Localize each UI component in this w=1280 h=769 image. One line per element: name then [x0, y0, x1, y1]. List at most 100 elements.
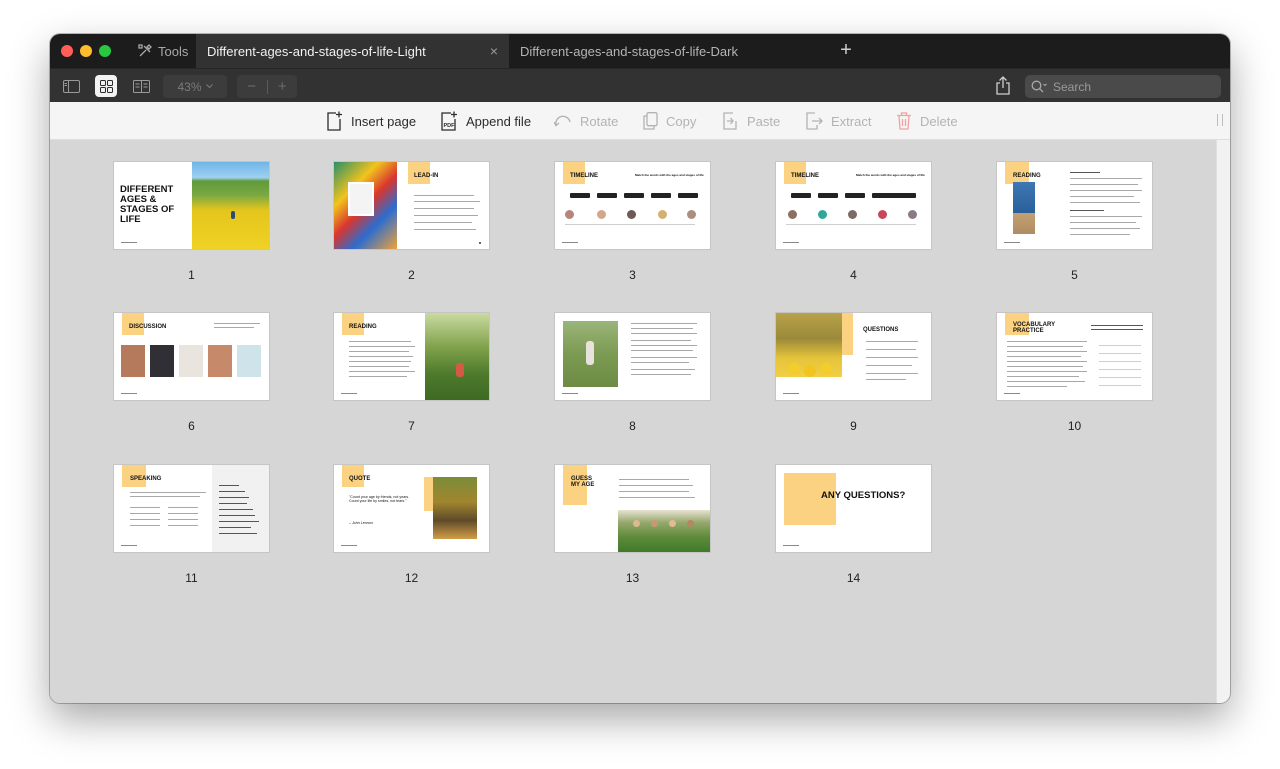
text-line: [349, 341, 411, 342]
child-figure: [231, 211, 235, 219]
close-tab-icon[interactable]: ×: [487, 44, 501, 58]
tools-icon: [138, 44, 152, 57]
grid-view-button[interactable]: [95, 75, 117, 97]
portrait-photo: [208, 345, 232, 377]
page-thumbnail[interactable]: QUOTE "Count your age by friends, not ye…: [334, 465, 489, 585]
append-file-button[interactable]: PDF Append file: [440, 102, 531, 140]
slide-footer: [1004, 393, 1020, 394]
tab-light[interactable]: Different-ages-and-stages-of-life-Light …: [196, 34, 509, 68]
option-line: [168, 525, 198, 526]
insert-page-icon: [327, 111, 342, 131]
sidebar-toggle-button[interactable]: [60, 75, 82, 97]
paste-button[interactable]: Paste: [722, 102, 780, 140]
option-line: [168, 519, 198, 520]
page-thumbnail[interactable]: READING 7: [334, 313, 489, 433]
page-thumbnail[interactable]: TIMELINE Match the words with the ages a…: [555, 162, 710, 282]
zoom-value: 43%: [177, 79, 202, 94]
slide-footer: [1004, 242, 1020, 243]
extract-button[interactable]: Extract: [805, 102, 871, 140]
text-line: [414, 201, 480, 202]
page-number: 2: [408, 268, 415, 282]
page-thumbnail[interactable]: TIMELINE Match the words with the ages a…: [776, 162, 931, 282]
minimize-window-button[interactable]: [80, 45, 92, 57]
page-preview: QUESTIONS: [776, 313, 931, 400]
new-tab-button[interactable]: +: [836, 40, 856, 62]
page-thumbnail[interactable]: ANY QUESTIONS? 14: [776, 465, 931, 585]
search-field[interactable]: [1025, 75, 1221, 98]
text-line: [1070, 234, 1130, 235]
view-toolbar: 43% − +: [50, 68, 1230, 102]
text-line: [214, 323, 260, 324]
rotate-button[interactable]: Rotate: [554, 102, 618, 140]
age-line: [219, 497, 249, 498]
tab-light-label: Different-ages-and-stages-of-life-Light: [207, 43, 426, 59]
tools-tab[interactable]: Tools: [138, 34, 188, 68]
page-number: 8: [629, 419, 636, 433]
zoom-window-button[interactable]: [99, 45, 111, 57]
answer-line: [1099, 377, 1141, 378]
page-number: 6: [188, 419, 195, 433]
text-line: [349, 371, 415, 372]
page-thumbnail[interactable]: VOCABULARY PRACTICE 10: [997, 313, 1152, 433]
toolbar-resize-handle[interactable]: [1217, 114, 1223, 126]
zoom-select[interactable]: 43%: [163, 75, 227, 98]
slide-title: DIFFERENT AGES & STAGES OF LIFE: [120, 184, 175, 225]
page-number: 1: [188, 268, 195, 282]
instruction-line: [1091, 329, 1143, 330]
portrait-photo: [237, 345, 261, 377]
page-thumbnail[interactable]: SPEAKING 11: [114, 465, 269, 585]
text-line: [349, 366, 409, 367]
paste-icon: [723, 112, 737, 130]
slide-title: LEAD-IN: [414, 173, 439, 179]
text-line: [1007, 341, 1087, 342]
page-number: 10: [1067, 419, 1082, 433]
slide-title: GUESS MY AGE: [571, 476, 595, 488]
page-number: 4: [850, 268, 857, 282]
grid-view-icon: [99, 79, 113, 93]
tab-dark[interactable]: Different-ages-and-stages-of-life-Dark: [509, 34, 829, 68]
page-preview: GUESS MY AGE: [555, 465, 710, 552]
vertical-scrollbar[interactable]: [1216, 140, 1230, 703]
text-line: [1070, 222, 1136, 223]
page-thumbnail[interactable]: DIFFERENT AGES & STAGES OF LIFE 1: [114, 162, 269, 282]
two-page-view-button[interactable]: [130, 75, 152, 97]
page-thumbnail[interactable]: LEAD-IN 2: [334, 162, 489, 282]
kids-in-park-photo: [425, 313, 489, 400]
page-number: 11: [185, 571, 198, 585]
text-line: [349, 376, 407, 377]
text-line: [414, 195, 474, 196]
page-preview: READING: [334, 313, 489, 400]
text-line: [1007, 371, 1087, 372]
text-line: [631, 345, 697, 346]
child-figure: [456, 363, 464, 377]
close-window-button[interactable]: [61, 45, 73, 57]
page-thumbnail[interactable]: GUESS MY AGE 13: [555, 465, 710, 585]
face-circle: [818, 210, 827, 219]
age-line: [219, 521, 259, 522]
copy-button[interactable]: Copy: [643, 102, 696, 140]
child-head: [669, 520, 676, 527]
page-preview: TIMELINE Match the words with the ages a…: [555, 162, 710, 249]
search-input[interactable]: [1053, 79, 1213, 94]
word-pill: [570, 193, 590, 198]
option-line: [130, 519, 160, 520]
page-number: 14: [846, 571, 861, 585]
page-thumbnail[interactable]: READING 5: [997, 162, 1152, 282]
page-thumbnail[interactable]: QUESTIONS 9: [776, 313, 931, 433]
word-pill: [818, 193, 838, 198]
slide-footer: [121, 393, 137, 394]
age-line: [219, 515, 255, 516]
page-number: 3: [629, 268, 636, 282]
zoom-out-button[interactable]: −: [237, 78, 267, 95]
zoom-in-button[interactable]: +: [268, 78, 298, 95]
page-thumbnail[interactable]: DISCUSSION 6: [114, 313, 269, 433]
share-button[interactable]: [996, 76, 1014, 96]
word-pill: [651, 193, 671, 198]
page-thumbnail[interactable]: 8: [555, 313, 710, 433]
instruction-line: [1091, 325, 1143, 326]
search-icon: [1031, 80, 1047, 93]
heading-line: [1070, 210, 1104, 211]
face-circle: [788, 210, 797, 219]
insert-page-button[interactable]: Insert page: [326, 102, 416, 140]
delete-button[interactable]: Delete: [896, 102, 958, 140]
